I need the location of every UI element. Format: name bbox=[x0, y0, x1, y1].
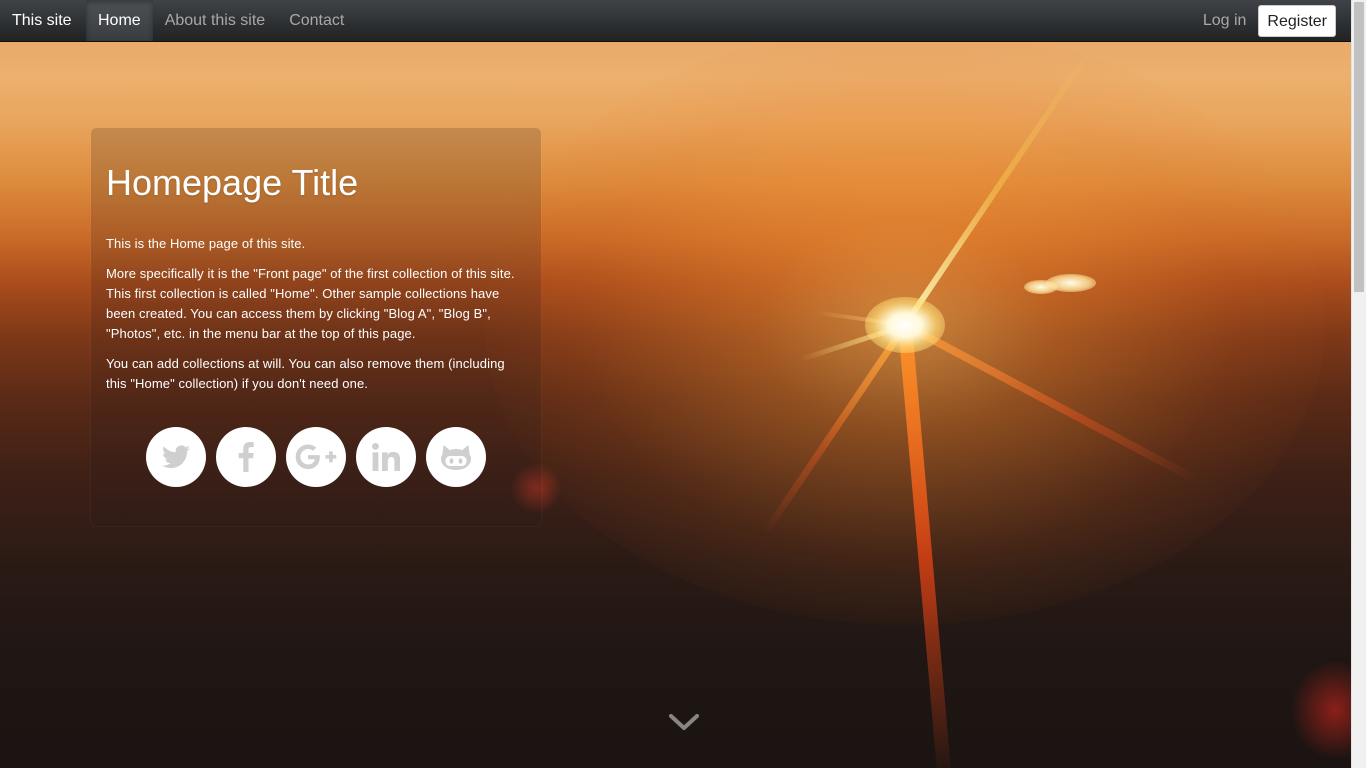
account-menu: Log in Register bbox=[1191, 0, 1336, 41]
intro-panel: Homepage Title This is the Home page of … bbox=[91, 128, 541, 526]
linkedin-icon bbox=[372, 443, 400, 471]
facebook-icon bbox=[238, 442, 254, 472]
twitter-icon bbox=[162, 445, 190, 469]
main-menu: Home About this site Contact bbox=[86, 0, 356, 41]
linkedin-link[interactable] bbox=[356, 427, 416, 487]
github-link[interactable] bbox=[426, 427, 486, 487]
nav-item-home[interactable]: Home bbox=[86, 0, 153, 41]
twitter-link[interactable] bbox=[146, 427, 206, 487]
page-scrollbar[interactable] bbox=[1351, 0, 1366, 768]
intro-paragraph: This is the Home page of this site. bbox=[106, 236, 306, 251]
page: Homepage Title This is the Home page of … bbox=[0, 0, 1366, 768]
register-button[interactable]: Register bbox=[1258, 4, 1336, 37]
page-title: Homepage Title bbox=[106, 162, 359, 203]
top-navbar: This site Home About this site Contact L… bbox=[0, 0, 1351, 42]
nav-item-contact[interactable]: Contact bbox=[277, 0, 356, 41]
google-plus-link[interactable] bbox=[286, 427, 346, 487]
chevron-down-icon[interactable] bbox=[668, 710, 700, 734]
intro-paragraph: You can add collections at will. You can… bbox=[106, 356, 505, 391]
github-icon bbox=[441, 445, 471, 470]
scrollbar-thumb[interactable] bbox=[1354, 2, 1364, 292]
intro-paragraph: More specifically it is the "Front page"… bbox=[106, 266, 515, 341]
hero-background: Homepage Title This is the Home page of … bbox=[0, 0, 1351, 768]
google-plus-icon bbox=[295, 444, 337, 470]
site-brand[interactable]: This site bbox=[0, 0, 84, 41]
facebook-link[interactable] bbox=[216, 427, 276, 487]
nav-item-about[interactable]: About this site bbox=[153, 0, 278, 41]
social-links bbox=[146, 427, 486, 487]
login-link[interactable]: Log in bbox=[1191, 0, 1259, 41]
